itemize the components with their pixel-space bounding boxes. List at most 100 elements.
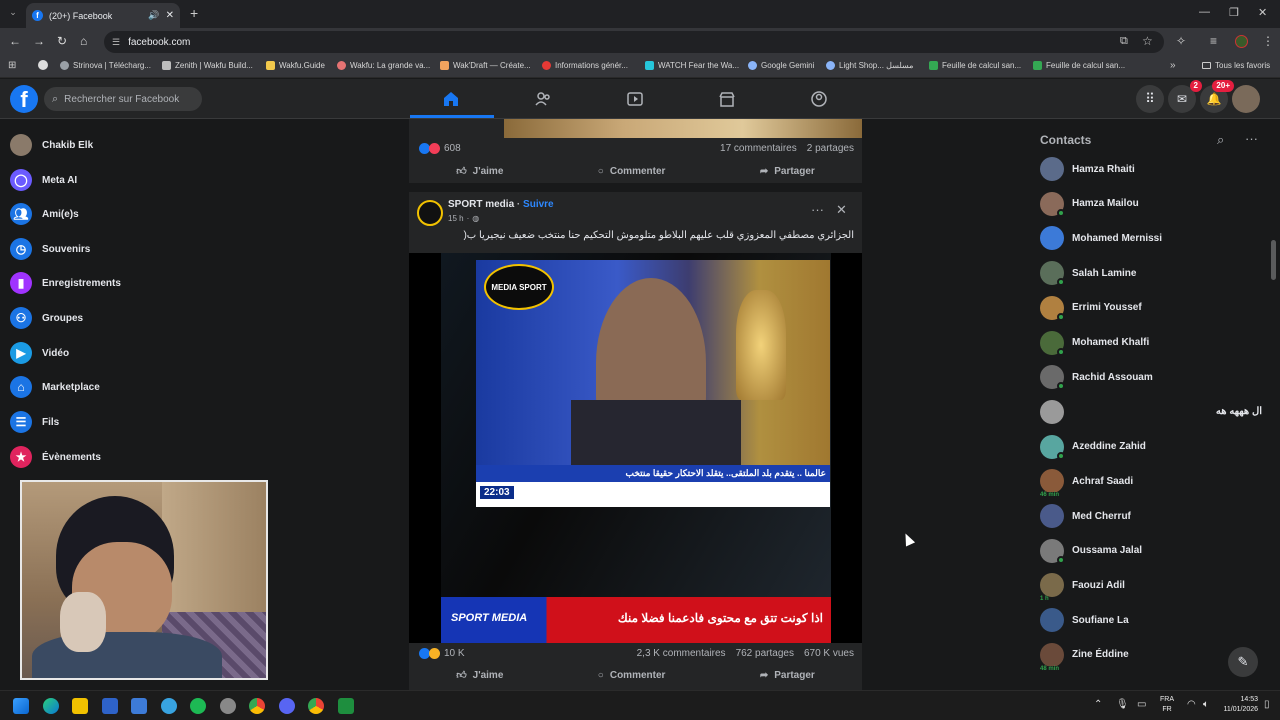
bookmark-5[interactable]: Informations génér... — [542, 61, 628, 70]
scrollbar-thumb[interactable] — [1271, 240, 1276, 280]
sidebar-item[interactable]: ⚇ Groupes — [10, 301, 83, 335]
page-name[interactable]: SPORT media — [448, 199, 514, 210]
comment-button[interactable]: ○ Commenter — [598, 670, 666, 681]
contact-item[interactable]: Mohamed Mernissi — [1040, 223, 1262, 253]
apps-grid-icon[interactable]: ⊞ — [8, 60, 16, 71]
chrome-icon[interactable] — [249, 698, 265, 714]
app-icon[interactable] — [161, 698, 177, 714]
back-icon[interactable]: ← — [9, 34, 21, 48]
discord-icon[interactable] — [279, 698, 295, 714]
video-player[interactable]: MEDIA SPORT عالمنا .. يتقدم بلد الملتقى.… — [409, 253, 862, 643]
bookmark-6[interactable]: WATCH Fear the Wa... — [645, 61, 739, 70]
like-button[interactable]: 👍︎ J'aime — [456, 165, 503, 178]
post-time[interactable]: 15 h — [448, 214, 464, 223]
wifi-icon[interactable]: ◠ — [1187, 699, 1196, 710]
contact-item[interactable]: 46 min Achraf Saadi — [1039, 466, 1262, 499]
github-icon[interactable] — [38, 60, 48, 70]
extensions-icon[interactable]: ✧ — [1176, 34, 1186, 48]
browser-tab[interactable]: f (20+) Facebook 🔊 ✕ — [26, 3, 180, 28]
site-info-icon[interactable]: ☰ — [112, 37, 120, 48]
window-close-icon[interactable]: ✕ — [1258, 6, 1267, 19]
tray-chevron-icon[interactable]: ⌃ — [1094, 699, 1102, 710]
comment-button[interactable]: ○ Commenter — [598, 166, 666, 177]
contact-item[interactable]: Salah Lamine — [1040, 258, 1262, 288]
nav-video-icon[interactable] — [620, 87, 650, 111]
spotify-icon[interactable] — [190, 698, 206, 714]
contacts-search-icon[interactable]: ⌕ — [1217, 132, 1224, 148]
install-icon[interactable]: ⧉ — [1120, 35, 1128, 48]
contact-item[interactable]: Oussama Jalal — [1040, 536, 1262, 566]
browser-menu-icon[interactable]: ⋮ — [1262, 34, 1274, 48]
sidebar-item[interactable]: 👥︎ Ami(e)s — [10, 197, 79, 231]
contact-item[interactable]: Mohamed Khalfi — [1040, 328, 1262, 358]
media-icon[interactable]: ≡ — [1210, 34, 1217, 48]
shares-count[interactable]: 2 partages — [807, 143, 854, 154]
more-bookmarks-icon[interactable]: » — [1170, 60, 1176, 71]
start-windows-icon[interactable] — [13, 698, 29, 714]
address-bar[interactable]: ☰ facebook.com — [104, 31, 1164, 53]
contact-item[interactable]: Hamza Mailou — [1040, 189, 1262, 219]
language-indicator[interactable]: FRA FR — [1160, 695, 1174, 715]
nav-gaming-icon[interactable] — [804, 87, 834, 111]
bookmark-star-icon[interactable]: ☆ — [1142, 34, 1153, 48]
like-button[interactable]: 👍︎ J'aime — [456, 669, 503, 682]
tab-close-icon[interactable]: ✕ — [166, 10, 174, 21]
notepad-icon[interactable] — [131, 698, 147, 714]
bookmark-1[interactable]: Zenith | Wakfu Build... — [162, 61, 253, 70]
share-button[interactable]: ➦ Partager — [760, 166, 815, 177]
contacts-more-icon[interactable]: ··· — [1245, 131, 1258, 146]
contact-item[interactable]: Soufiane La — [1040, 605, 1262, 635]
sidebar-item[interactable]: ★ Évènements — [10, 440, 101, 474]
contact-item[interactable]: 1 h Faouzi Adil — [1039, 570, 1262, 603]
file-explorer-icon[interactable] — [72, 698, 88, 714]
facebook-logo-icon[interactable]: f — [10, 85, 38, 113]
bookmark-2[interactable]: Wakfu.Guide — [266, 61, 325, 70]
reload-icon[interactable]: ↻ — [57, 34, 67, 48]
bookmark-8[interactable]: Light Shop... مسلسل — [826, 61, 913, 70]
contact-item[interactable]: Med Cherruf — [1040, 501, 1262, 531]
share-button[interactable]: ➦ Partager — [760, 670, 815, 681]
contact-item[interactable]: Rachid Assouam — [1040, 362, 1262, 392]
notifications-button[interactable]: 🔔 20+ — [1200, 80, 1234, 113]
bookmark-3[interactable]: Wakfu: La grande va... — [337, 61, 430, 70]
sidebar-item[interactable]: ☰ Fils — [10, 405, 59, 439]
edge-icon[interactable] — [43, 698, 59, 714]
bookmark-10[interactable]: Feuille de calcul san... — [1033, 61, 1125, 70]
steam-icon[interactable] — [220, 698, 236, 714]
nav-friends-icon[interactable] — [528, 87, 558, 111]
bookmark-4[interactable]: Wak'Draft — Créate... — [440, 61, 531, 70]
store-icon[interactable] — [102, 698, 118, 714]
display-icon[interactable]: ▭ — [1137, 699, 1146, 710]
sidebar-item[interactable]: ◯ Meta AI — [10, 163, 77, 197]
page-avatar[interactable] — [417, 200, 443, 226]
nav-marketplace-icon[interactable] — [712, 87, 742, 111]
shares-count[interactable]: 762 partages — [736, 648, 794, 659]
account-avatar[interactable] — [1232, 85, 1260, 113]
bookmark-9[interactable]: Feuille de calcul san... — [929, 61, 1021, 70]
microphone-icon[interactable]: 🎙︎ — [1116, 699, 1129, 710]
notification-center-icon[interactable]: ▯ — [1264, 699, 1270, 710]
messenger-button[interactable]: ✉ 2 — [1168, 80, 1202, 113]
chrome-profile-icon[interactable] — [308, 698, 324, 714]
restore-icon[interactable]: ❐ — [1229, 6, 1239, 19]
tab-audio-icon[interactable]: 🔊 — [148, 10, 159, 21]
new-tab-icon[interactable]: + — [190, 5, 198, 21]
all-bookmarks[interactable]: Tous les favoris — [1202, 61, 1270, 70]
hide-post-icon[interactable]: ✕ — [836, 202, 847, 218]
clock[interactable]: 14:53 11/01/2026 — [1220, 695, 1258, 715]
volume-icon[interactable]: 🔈︎ — [1203, 699, 1209, 710]
post-image[interactable] — [504, 119, 862, 138]
sidebar-item[interactable]: ⌂ Marketplace — [10, 370, 100, 404]
new-message-button[interactable]: ✎ — [1228, 647, 1258, 677]
contact-item[interactable]: Hamza Rhaiti — [1040, 154, 1262, 184]
minimize-icon[interactable]: — — [1199, 6, 1210, 18]
reactions-summary[interactable]: 608 — [419, 143, 461, 154]
tab-search-icon[interactable]: ⌄ — [6, 7, 20, 21]
sidebar-item[interactable]: ▶ Vidéo — [10, 336, 69, 370]
contact-item[interactable]: ال هههه هه — [1040, 397, 1262, 427]
facebook-search-input[interactable]: ⌕ Rechercher sur Facebook — [44, 87, 202, 111]
bookmark-7[interactable]: Google Gemini — [748, 61, 814, 70]
menu-grid-button[interactable]: ⠿ — [1136, 85, 1164, 113]
comments-count[interactable]: 2,3 K commentaires — [637, 648, 726, 659]
contact-item[interactable]: Errimi Youssef — [1040, 293, 1262, 323]
